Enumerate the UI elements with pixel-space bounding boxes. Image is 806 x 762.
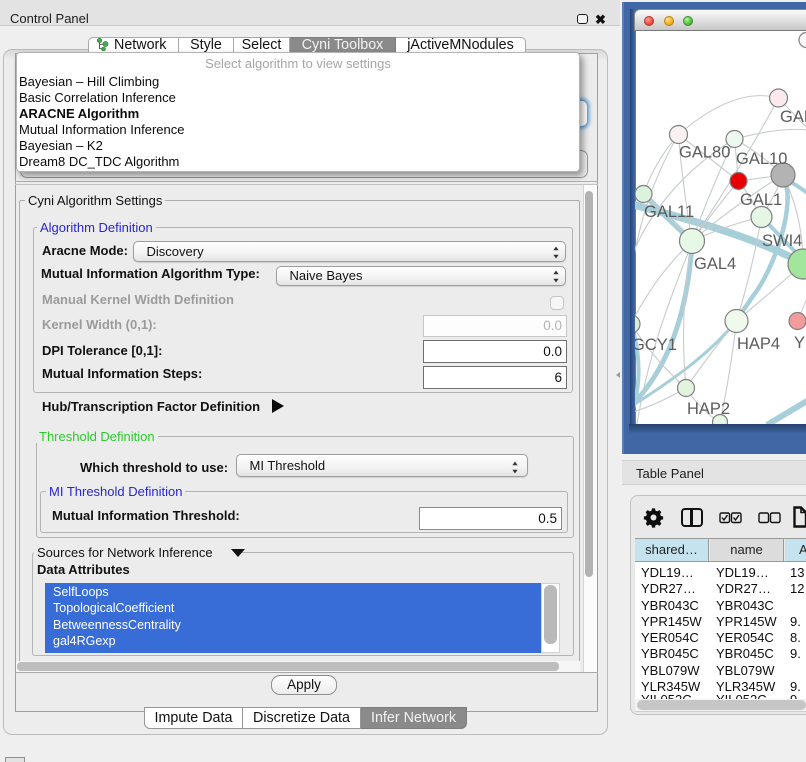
svg-text:HAP2: HAP2 [687, 400, 730, 418]
svg-text:GAL2: GAL2 [780, 108, 806, 126]
svg-text:Y: Y [794, 334, 805, 352]
svg-text:HAP4: HAP4 [737, 335, 780, 353]
svg-text:GAL4: GAL4 [694, 255, 736, 273]
svg-text:GAL80: GAL80 [679, 144, 730, 162]
svg-text:GCY1: GCY1 [635, 336, 677, 354]
svg-text:GAL10: GAL10 [736, 150, 787, 168]
svg-text:SWI4: SWI4 [762, 232, 802, 250]
svg-text:GAL11: GAL11 [644, 203, 694, 221]
svg-text:GAL1: GAL1 [740, 191, 782, 209]
